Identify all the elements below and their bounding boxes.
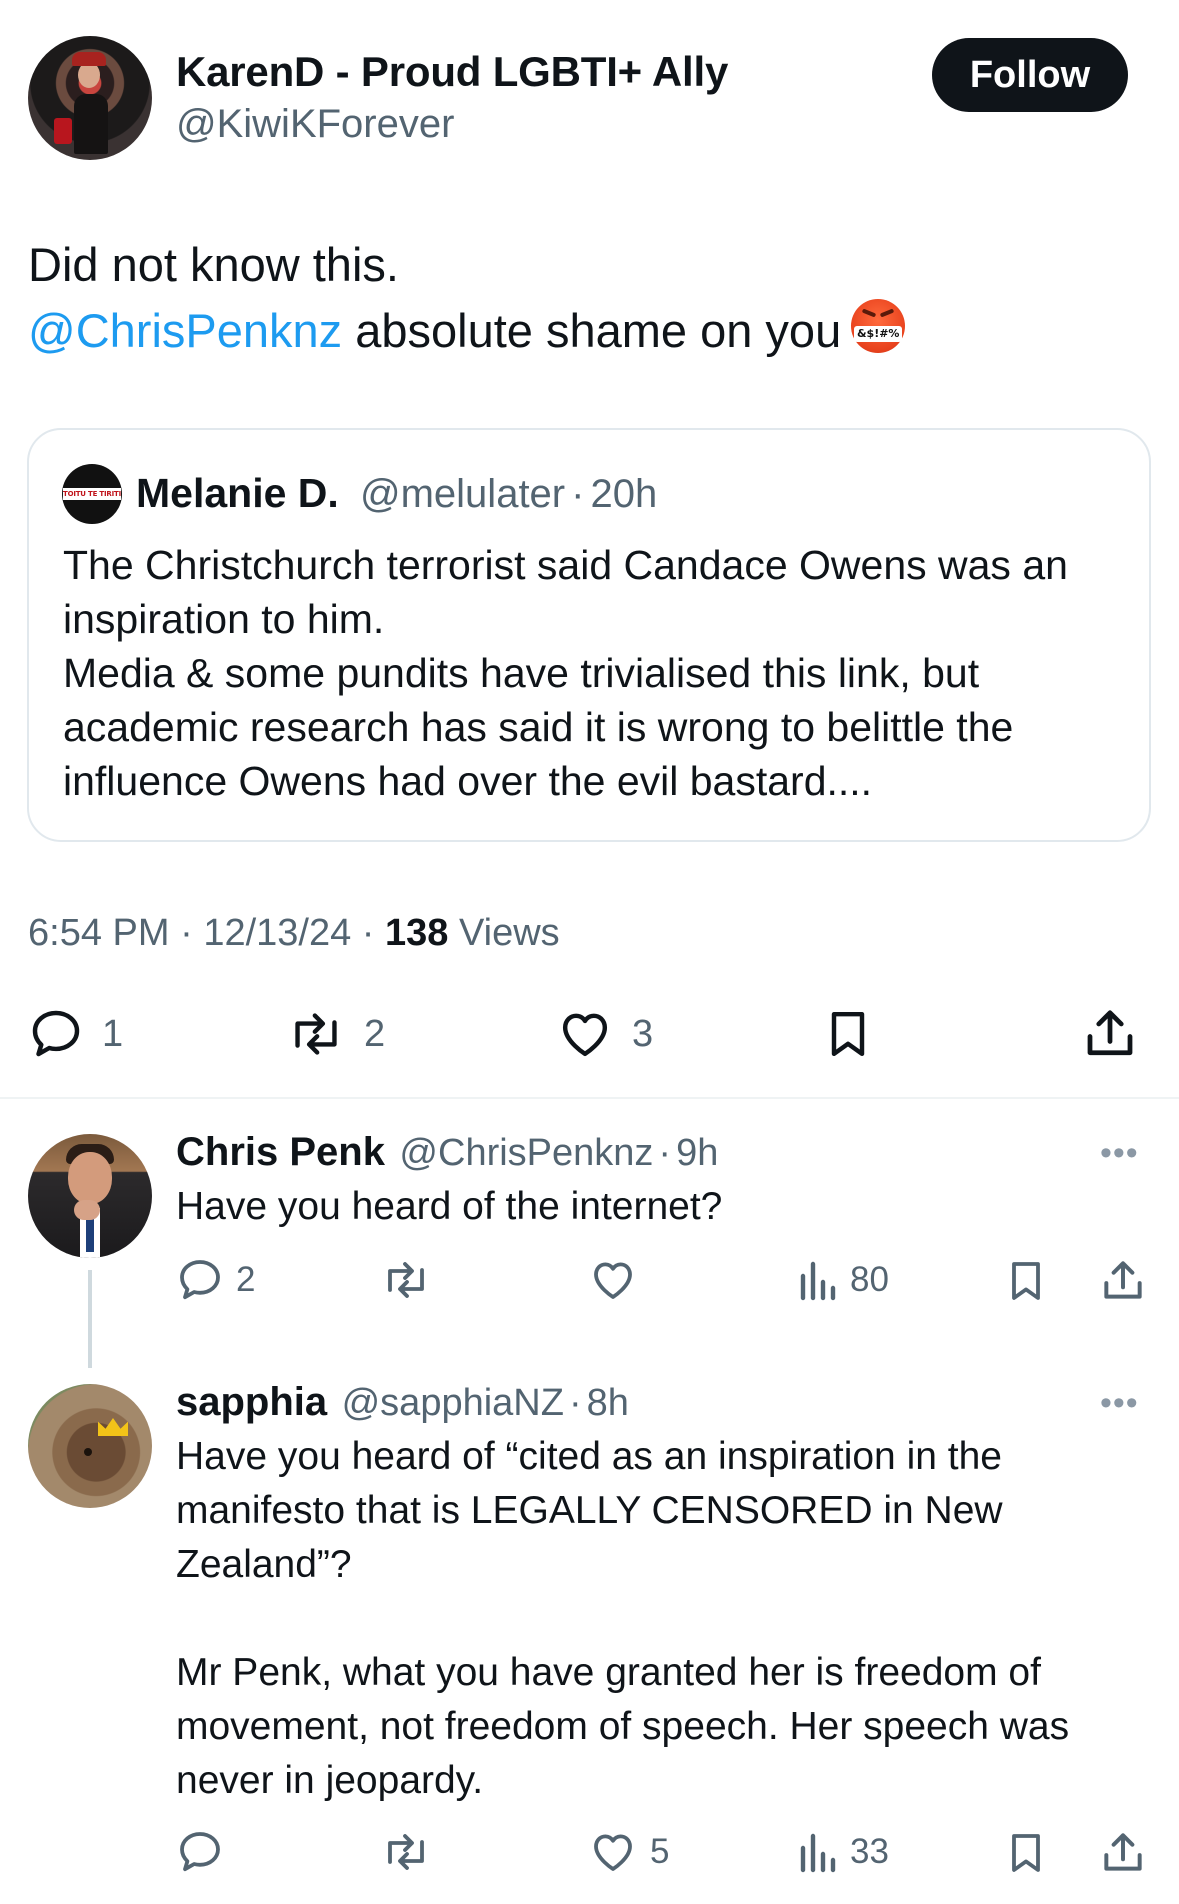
heart-icon	[562, 1013, 608, 1057]
reply-text: Have you heard of “cited as an inspirati…	[176, 1435, 1070, 1802]
tweet-text: Did not know this. @ChrisPenknz absolute…	[28, 232, 1148, 364]
more-options-icon[interactable]: •••	[1100, 1384, 1139, 1423]
share-icon	[1104, 1261, 1142, 1299]
bookmark-icon	[1012, 1262, 1040, 1300]
reply-header: Chris Penk @ChrisPenknz · 9h	[176, 1130, 718, 1175]
repost-button[interactable]: 2	[286, 1006, 385, 1062]
views-count: 80	[850, 1260, 889, 1299]
author-handle[interactable]: @KiwiKForever	[176, 102, 454, 147]
repost-icon	[388, 1834, 424, 1870]
reply-age: 8h	[586, 1382, 629, 1424]
reply-count: 2	[236, 1260, 256, 1299]
reply-button[interactable]	[176, 1828, 224, 1876]
tweet-timestamp-row: 6:54 PM · 12/13/24 · 138 Views	[28, 912, 560, 955]
separator-dot: ·	[180, 912, 193, 954]
share-button[interactable]	[1098, 1256, 1148, 1306]
bookmark-button[interactable]	[1002, 1256, 1050, 1306]
like-button[interactable]: 5	[588, 1828, 669, 1876]
tweet-time[interactable]: 6:54 PM	[28, 912, 170, 954]
quoted-tweet-text: The Christchurch terrorist said Candace …	[63, 542, 1068, 804]
more-options-icon[interactable]: •••	[1100, 1134, 1139, 1173]
reply-avatar-sapphia[interactable]	[28, 1384, 152, 1508]
quoted-separator: ·	[571, 472, 585, 516]
separator-dot: ·	[658, 1132, 672, 1174]
reply-icon	[180, 1832, 220, 1872]
like-count: 5	[650, 1832, 670, 1871]
share-button[interactable]	[1098, 1828, 1148, 1878]
bookmark-button[interactable]	[820, 1004, 876, 1064]
repost-icon	[388, 1262, 424, 1298]
like-count: 3	[632, 1012, 654, 1055]
tweet-text-rest: absolute shame on you	[342, 304, 842, 357]
reply-age: 9h	[676, 1132, 719, 1174]
bookmark-button[interactable]	[1002, 1828, 1050, 1878]
separator-dot: ·	[568, 1382, 582, 1424]
reply-button[interactable]: 2	[176, 1256, 255, 1304]
views-label: Views	[458, 912, 560, 954]
reply-avatar-chris[interactable]	[28, 1134, 152, 1258]
heart-icon	[594, 1834, 632, 1871]
views-button[interactable]: 33	[796, 1828, 889, 1876]
quoted-handle[interactable]: @melulater	[360, 472, 565, 516]
heart-icon	[594, 1262, 632, 1299]
mention-link[interactable]: @ChrisPenknz	[28, 304, 342, 357]
quoted-avatar-label: TOITU TE TIRITI	[63, 490, 121, 498]
analytics-icon	[800, 1261, 836, 1301]
author-avatar[interactable]	[28, 36, 152, 160]
separator-dot: ·	[361, 912, 375, 954]
like-button[interactable]	[588, 1256, 638, 1304]
share-icon	[1087, 1010, 1133, 1056]
reply-header: sapphia @sapphiaNZ · 8h	[176, 1380, 629, 1425]
follow-button[interactable]: Follow	[932, 38, 1128, 112]
reply-count: 1	[102, 1012, 124, 1055]
repost-button[interactable]	[380, 1828, 432, 1876]
reply-handle[interactable]: @sapphiaNZ	[342, 1382, 564, 1424]
section-divider	[0, 1097, 1179, 1099]
bookmark-icon	[1012, 1834, 1040, 1872]
views-count: 33	[850, 1832, 889, 1871]
reply-handle[interactable]: @ChrisPenknz	[399, 1132, 653, 1174]
reply-icon	[180, 1260, 220, 1300]
author-display-name[interactable]: KarenD - Proud LGBTI+ Ally	[176, 48, 728, 96]
views-count: 138	[385, 912, 449, 954]
thread-connector-line	[88, 1270, 92, 1368]
reply-icon	[32, 1010, 80, 1057]
like-button[interactable]: 3	[556, 1006, 653, 1062]
tweet-text-line-1: Did not know this.	[28, 238, 399, 291]
views-button[interactable]: 80	[796, 1256, 889, 1304]
bookmark-icon	[831, 1011, 865, 1057]
emoji-symbols: &$!#%	[854, 326, 903, 342]
repost-count: 2	[364, 1012, 386, 1055]
reply-text: Have you heard of the internet?	[176, 1185, 723, 1228]
quoted-meta: @melulater · 20h	[360, 472, 657, 517]
reply-display-name[interactable]: sapphia	[176, 1380, 327, 1424]
tweet-text-line-2: @ChrisPenknz absolute shame on you &$!#%	[28, 298, 1148, 364]
quoted-author-name[interactable]: Melanie D.	[136, 470, 339, 517]
analytics-icon	[800, 1833, 836, 1873]
quoted-author-avatar[interactable]: TOITU TE TIRITI	[62, 464, 122, 524]
tweet-date[interactable]: 12/13/24	[203, 912, 351, 954]
quoted-age: 20h	[590, 472, 658, 516]
share-button[interactable]	[1080, 1004, 1140, 1064]
repost-button[interactable]	[380, 1256, 432, 1304]
repost-icon	[295, 1013, 337, 1055]
angry-symbols-emoji-icon: &$!#%	[851, 299, 906, 353]
reply-button[interactable]: 1	[28, 1006, 123, 1062]
reply-display-name[interactable]: Chris Penk	[176, 1130, 385, 1174]
share-icon	[1104, 1833, 1142, 1871]
